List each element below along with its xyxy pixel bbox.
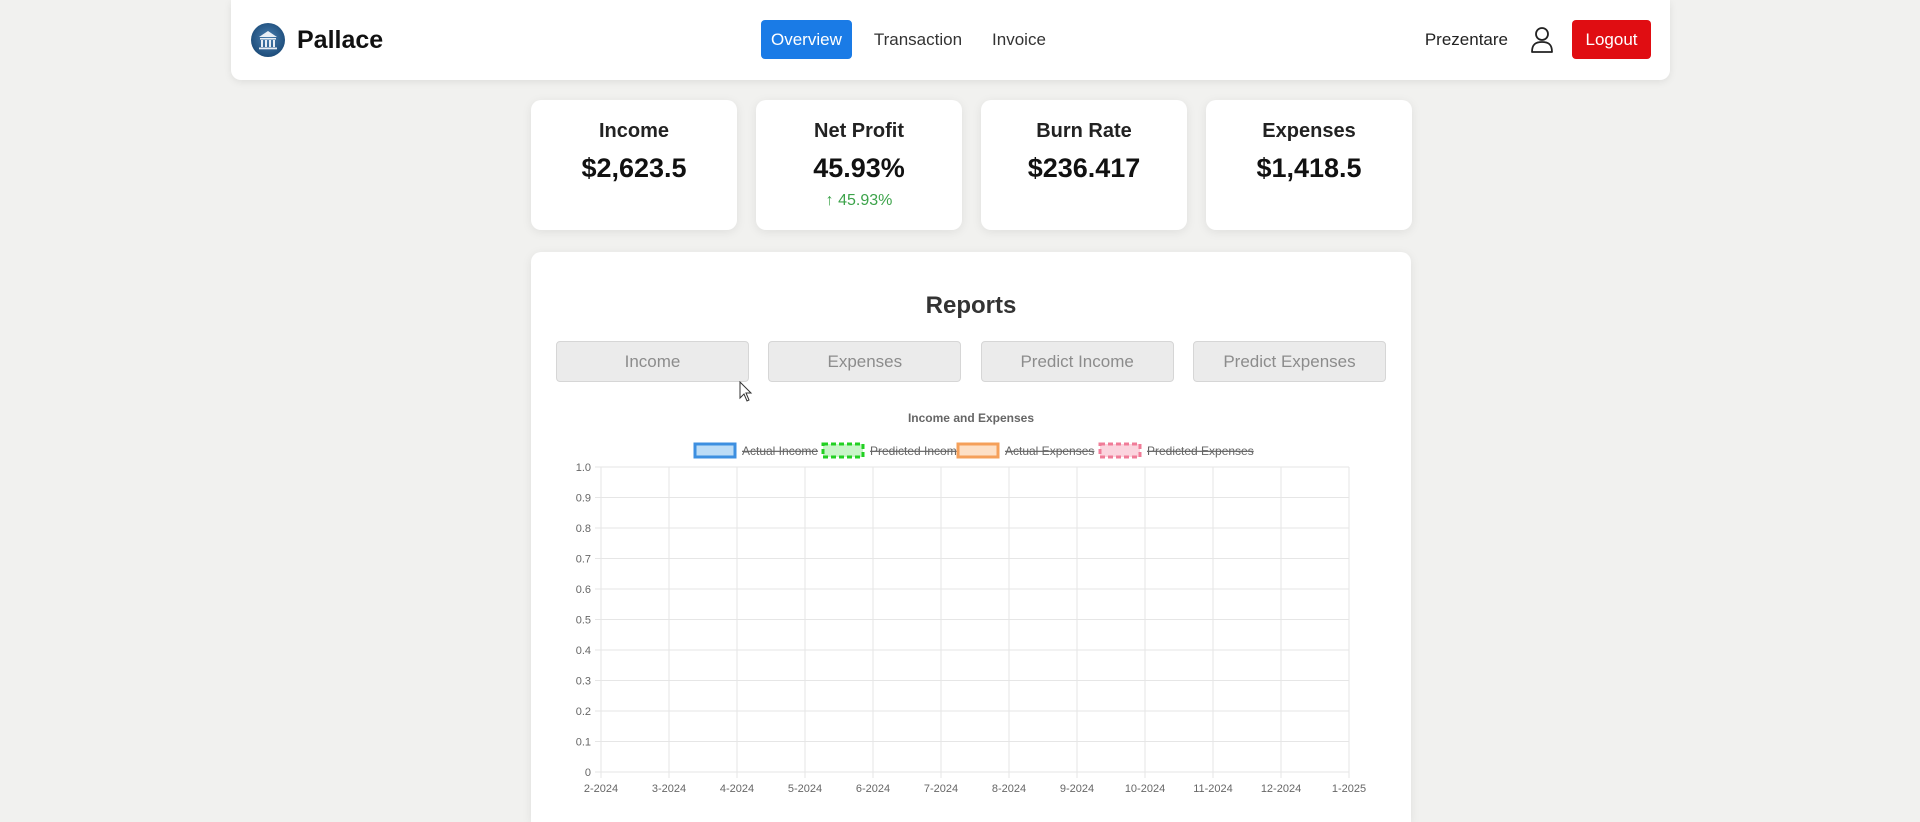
x-tick-label: 12-2024 [1261,783,1301,795]
y-tick-label: 0.4 [576,645,591,657]
y-tick-label: 0.8 [576,523,591,535]
bank-logo-icon [251,23,285,57]
y-tick-label: 0.1 [576,737,591,749]
x-tick-label: 4-2024 [720,783,754,795]
nav-user-area: Prezentare Logout [1425,20,1651,59]
brand-name: Pallace [297,25,384,54]
nav-links: Overview Transaction Invoice [761,20,1060,59]
card-title: Net Profit [814,120,904,142]
x-tick-label: 6-2024 [856,783,890,795]
y-tick-label: 0.7 [576,554,591,566]
x-tick-label: 10-2024 [1125,783,1165,795]
y-tick-label: 0.5 [576,615,591,627]
card-value: $1,418.5 [1256,153,1362,183]
x-tick-label: 7-2024 [924,783,958,795]
legend-swatch [821,442,865,459]
card-value: 45.93% [813,153,905,183]
y-tick-label: 0.9 [576,493,591,505]
card-value: $2,623.5 [581,153,687,183]
y-tick-label: 1.0 [576,462,591,474]
nav-link-transaction[interactable]: Transaction [864,20,972,59]
x-tick-label: 11-2024 [1193,783,1233,795]
x-tick-label: 9-2024 [1060,783,1094,795]
reports-title: Reports [925,292,1017,319]
chart-title: Income and Expenses [908,411,1034,425]
report-tab-predict-expenses[interactable]: Predict Expenses [1192,341,1386,382]
logout-button[interactable]: Logout [1572,20,1651,59]
x-tick-label: 1-2025 [1332,783,1366,795]
navbar: Pallace Overview Transaction Invoice Pre… [231,0,1670,80]
nav-link-invoice[interactable]: Invoice [982,20,1056,59]
card-title: Expenses [1262,120,1356,142]
x-tick-label: 2-2024 [584,783,618,795]
y-tick-label: 0.2 [576,706,591,718]
report-tab-predict-income[interactable]: Predict Income [980,341,1174,382]
income-card: Income $2,623.5 [531,100,737,230]
x-tick-label: 3-2024 [652,783,686,795]
income-expenses-chart: Income and Expenses Actual Income Predicte… [576,411,1366,795]
burn-rate-card: Burn Rate $236.417 [981,100,1187,230]
user-name: Prezentare [1424,29,1508,49]
net-profit-card: Net Profit 45.93% ↑ 45.93% [756,100,962,230]
report-tab-income[interactable]: Income [556,341,749,382]
legend-swatch [1098,442,1142,459]
y-tick-label: 0.6 [576,584,591,596]
report-tabs: Income Expenses Predict Income Predict E… [556,341,1386,382]
card-value: $236.417 [1027,153,1141,183]
legend-label: Predicted Income [870,444,964,458]
mouse-cursor-icon [739,381,753,402]
y-tick-label: 0 [585,767,591,779]
legend-label: Actual Expenses [1005,444,1094,458]
card-title: Income [598,120,670,142]
x-tick-label: 5-2024 [788,783,822,795]
card-title: Burn Rate [1036,120,1132,142]
y-tick-label: 0.3 [576,676,591,688]
brand[interactable]: Pallace [251,20,383,60]
legend-label: Actual Income [742,444,818,458]
user-icon[interactable] [1530,26,1554,54]
legend-label: Predicted Expenses [1147,444,1254,458]
expenses-card: Expenses $1,418.5 [1206,100,1412,230]
report-tab-expenses[interactable]: Expenses [768,341,962,382]
nav-link-overview[interactable]: Overview [761,20,852,59]
x-tick-label: 8-2024 [992,783,1026,795]
legend-swatch [956,442,1000,459]
profit-change: ↑ 45.93% [825,192,893,209]
legend-swatch [693,442,737,459]
